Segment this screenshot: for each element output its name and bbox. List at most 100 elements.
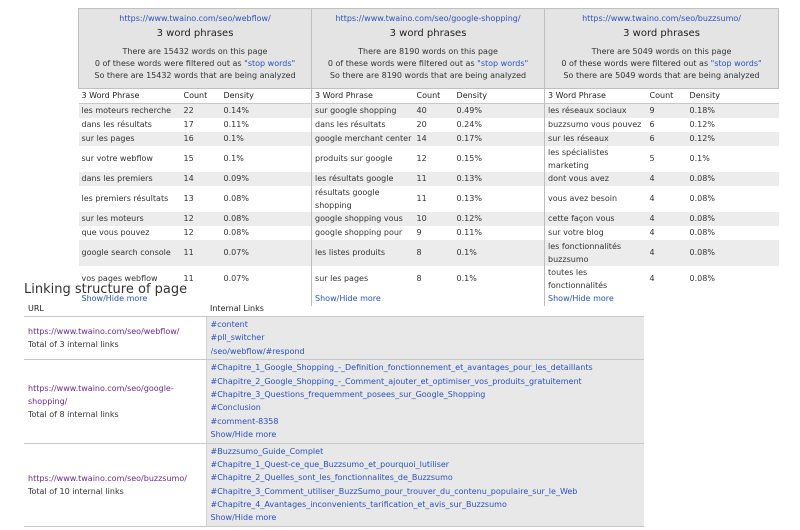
internal-link[interactable]: #Chapitre_1_Google_Shopping_-_Definition…	[211, 361, 641, 374]
internal-link[interactable]: /seo/webflow/#respond	[211, 345, 641, 358]
page-header-row: https://www.twaino.com/seo/webflow/3 wor…	[77, 8, 780, 89]
link-group-row: https://www.twaino.com/seo/google-shoppi…	[24, 359, 644, 444]
phrase-cell: sur votre webflow	[81, 154, 153, 163]
count-column-header: Count	[413, 88, 454, 104]
density-column-header: Density	[686, 88, 779, 104]
count-cell: 22	[180, 103, 221, 118]
density-cell: 0.08%	[689, 228, 715, 237]
density-cell: 0.12%	[686, 132, 779, 146]
count-column-header: Count	[646, 88, 687, 104]
count-cell: 40	[413, 103, 454, 118]
filtered-words-text: 0 of these words were filtered out as "s…	[548, 58, 775, 70]
analyzed-words-text: So there are 15432 words that are being …	[94, 71, 296, 80]
column-header-row: 3 Word Phrase Count Density 3 Word Phrase Co…	[78, 88, 779, 104]
page-url-link[interactable]: https://www.twaino.com/seo/buzzsumo/	[28, 472, 202, 485]
stop-words-link[interactable]: "stop words"	[477, 59, 528, 68]
density-cell: 0.08%	[686, 240, 779, 266]
page-url-link[interactable]: https://www.twaino.com/seo/google-shoppi…	[28, 382, 202, 408]
phrase-cell: google search console	[78, 240, 181, 266]
phrase-row: dans les premiers 14 0.09% les résultats go…	[78, 172, 779, 186]
page-url-link[interactable]: https://www.twaino.com/seo/buzzsumo/	[548, 13, 775, 25]
count-cell: 13	[183, 194, 194, 203]
count-cell: 5	[649, 154, 655, 163]
phrase-cell: dans les résultats	[81, 120, 152, 129]
stop-words-link[interactable]: "stop words"	[244, 59, 295, 68]
page-url-link[interactable]: https://www.twaino.com/seo/webflow/	[82, 13, 308, 25]
count-cell: 6	[649, 120, 655, 129]
internal-link[interactable]: #Chapitre_4_Avantages_inconvenients_tari…	[211, 498, 641, 511]
internal-link[interactable]: #Chapitre_1_Quest-ce_que_Buzzsumo_et_pou…	[211, 458, 641, 471]
phrase-cell: buzzsumo vous pouvez	[544, 118, 647, 132]
phrase-cell: que vous pouvez	[81, 228, 150, 237]
url-column-header: URL	[24, 300, 206, 317]
density-cell: 0.08%	[220, 212, 312, 226]
density-cell: 0.07%	[223, 274, 249, 283]
phrase-row: sur les moteurs 12 0.08% google shopping vo…	[78, 212, 779, 226]
count-cell: 14	[413, 132, 454, 146]
density-cell: 0.24%	[456, 120, 482, 129]
internal-link[interactable]: #Chapitre_3_Questions_frequemment_posees…	[211, 388, 641, 401]
filtered-words-label: 0 of these words were filtered out as	[94, 59, 245, 68]
internal-link-total: Total of 3 internal links	[28, 340, 119, 350]
internal-link[interactable]: #comment-8358	[211, 415, 641, 428]
density-column-header: Density	[220, 88, 312, 104]
internal-link[interactable]: #Chapitre_2_Google_Shopping_-_Comment_aj…	[211, 375, 641, 388]
density-cell: 0.08%	[686, 172, 779, 186]
density-cell: 0.1%	[220, 132, 312, 146]
phrase-block-title: 3 word phrases	[156, 28, 234, 39]
total-words-text: There are 5049 words on this page	[591, 47, 732, 56]
count-cell: 10	[413, 212, 454, 226]
count-cell: 4	[646, 212, 687, 226]
count-cell: 8	[413, 240, 454, 266]
density-cell: 0.13%	[453, 172, 545, 186]
page-summary-cell: https://www.twaino.com/seo/buzzsumo/3 wo…	[544, 8, 780, 89]
phrase-block-title: 3 word phrases	[389, 28, 467, 39]
density-cell: 0.1%	[223, 154, 244, 163]
count-cell: 14	[180, 172, 221, 186]
filtered-words-text: 0 of these words were filtered out as "s…	[82, 58, 308, 70]
show-hide-more-link[interactable]: Show/Hide more	[211, 428, 641, 441]
internal-link[interactable]: #pll_switcher	[211, 331, 641, 344]
count-cell: 11	[413, 172, 454, 186]
phrase-row: sur les pages 16 0.1% google merchant cente…	[78, 132, 779, 146]
count-cell: 4	[646, 172, 687, 186]
analyzed-words-text: So there are 5049 words that are being a…	[563, 71, 760, 80]
internal-link[interactable]: #content	[211, 318, 641, 331]
phrase-row: les moteurs recherche 22 0.14% sur google s…	[78, 103, 779, 118]
phrase-cell: sur les pages	[311, 266, 414, 292]
count-cell: 4	[646, 240, 687, 266]
count-cell: 4	[649, 228, 655, 237]
density-cell: 0.17%	[453, 132, 545, 146]
phrase-column-header: 3 Word Phrase	[78, 88, 181, 104]
phrase-cell: google merchant center	[311, 132, 414, 146]
phrase-cell: dans les résultats	[311, 118, 414, 132]
internal-link[interactable]: #Conclusion	[211, 401, 641, 414]
filtered-words-text: 0 of these words were filtered out as "s…	[315, 58, 541, 70]
show-hide-more-link[interactable]: Show/Hide more	[211, 511, 641, 524]
stop-words-link[interactable]: "stop words"	[711, 59, 762, 68]
filtered-words-label: 0 of these words were filtered out as	[561, 59, 711, 68]
internal-link[interactable]: #Chapitre_2_Quelles_sont_les_fonctionnal…	[211, 471, 641, 484]
density-cell: 0.1%	[689, 154, 710, 163]
phrase-cell: sur les réseaux	[544, 132, 647, 146]
internal-link[interactable]: #Buzzsumo_Guide_Complet	[211, 445, 641, 458]
internal-links-cell: #Buzzsumo_Guide_Complet #Chapitre_1_Quest…	[206, 443, 644, 527]
density-cell: 0.1%	[453, 240, 545, 266]
internal-links-cell: #Chapitre_1_Google_Shopping_-_Definition…	[206, 359, 644, 444]
phrase-cell: résultats google shopping	[311, 186, 414, 212]
density-cell: 0.18%	[686, 103, 779, 118]
count-cell: 9	[416, 228, 422, 237]
page-url-link[interactable]: https://www.twaino.com/seo/google-shoppi…	[315, 13, 541, 25]
internal-link[interactable]: #Chapitre_3_Comment_utiliser_BuzzSumo_po…	[211, 485, 641, 498]
page-url-link[interactable]: https://www.twaino.com/seo/webflow/	[28, 325, 202, 338]
filtered-words-label: 0 of these words were filtered out as	[327, 59, 478, 68]
total-words-text: There are 15432 words on this page	[122, 47, 268, 56]
phrase-cell: les résultats google	[311, 172, 414, 186]
phrase-block-title: 3 word phrases	[623, 28, 700, 39]
internal-link-total: Total of 8 internal links	[28, 409, 119, 419]
density-cell: 0.08%	[223, 194, 249, 203]
linking-structure-heading: Linking structure of page	[24, 282, 188, 297]
count-cell: 15	[183, 154, 194, 163]
page-url-cell: https://www.twaino.com/seo/buzzsumo/Tota…	[24, 443, 207, 527]
phrase-row: dans les résultats 17 0.11% dans les résult…	[79, 118, 779, 132]
